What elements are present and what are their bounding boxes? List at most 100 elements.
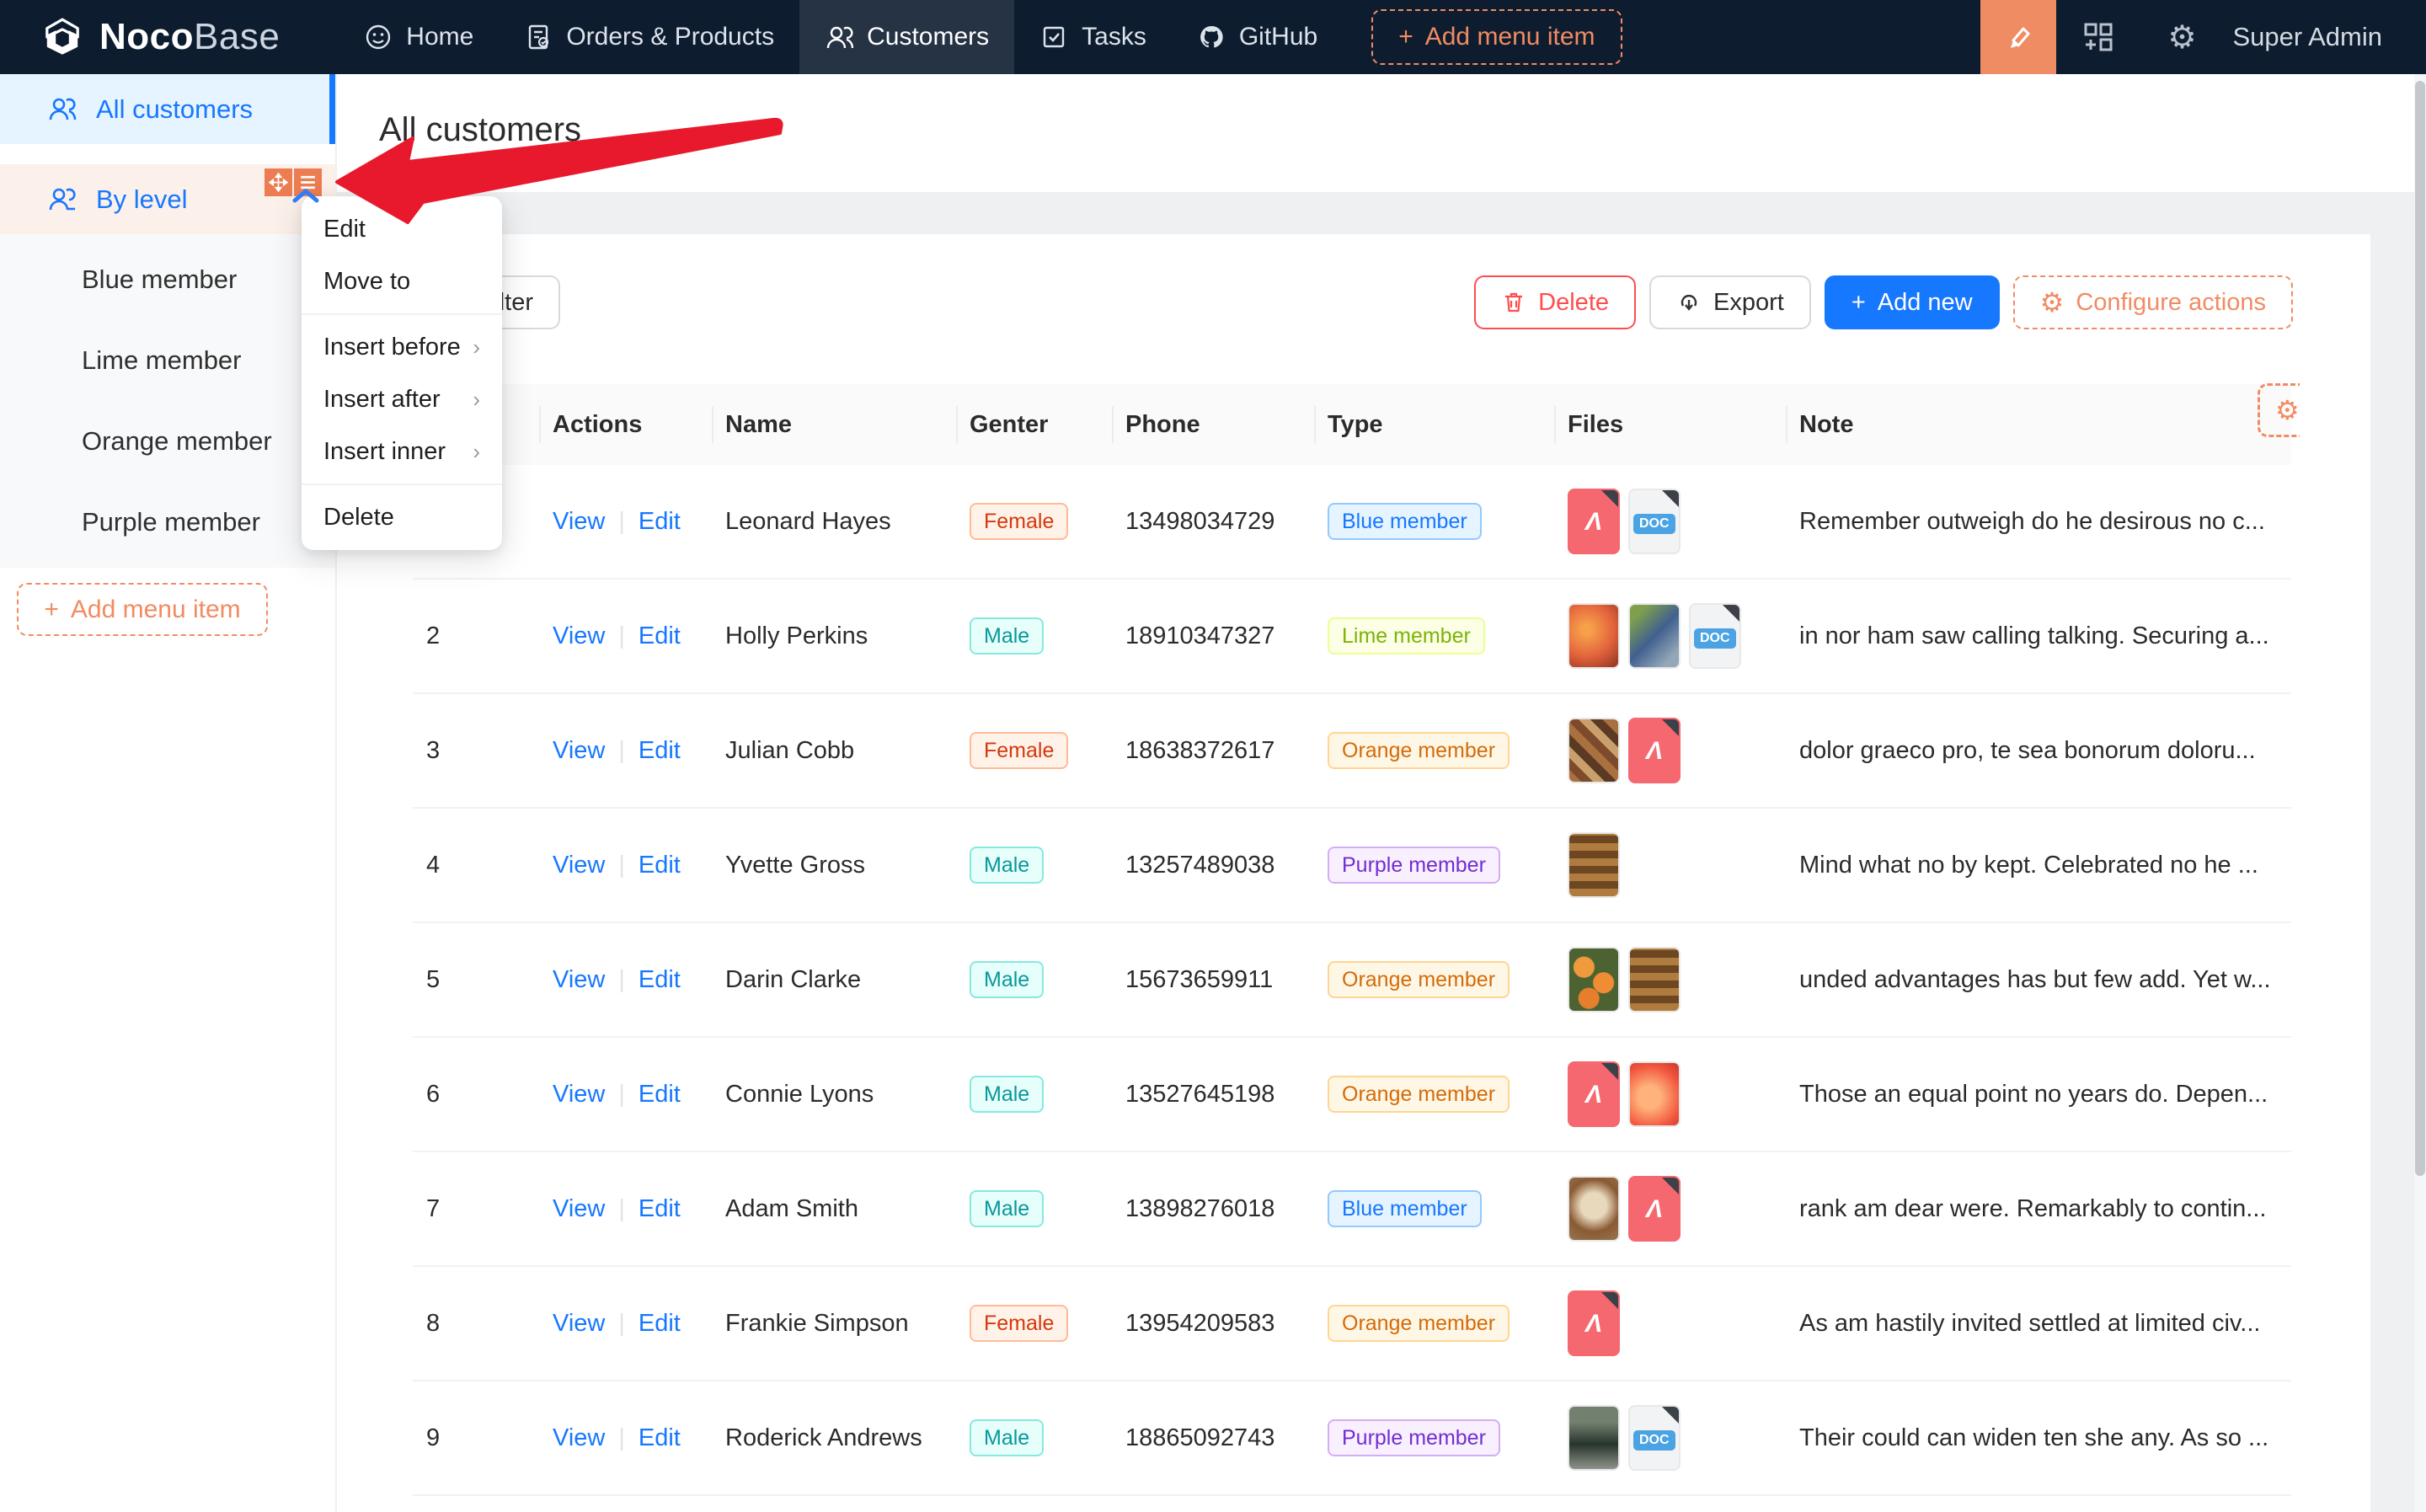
- name-cell: Leonard Hayes: [712, 508, 956, 536]
- pdf-file-icon[interactable]: Λ: [1568, 1061, 1620, 1127]
- row-actions-cell: View|Edit: [539, 1081, 712, 1109]
- view-link[interactable]: View: [553, 622, 605, 649]
- edit-link[interactable]: Edit: [639, 1424, 681, 1451]
- nav-item-orders-products[interactable]: Orders & Products: [499, 0, 799, 74]
- sidebar-subitem-purple-member[interactable]: Purple member: [0, 482, 335, 563]
- nocobase-logo[interactable]: NocoBase: [40, 15, 280, 59]
- table-row: 2View|EditHolly PerkinsMale18910347327Li…: [413, 580, 2291, 694]
- image-attachment-thumbnail[interactable]: [1568, 603, 1620, 669]
- view-link[interactable]: View: [553, 1195, 605, 1222]
- gender-badge: Male: [970, 1190, 1044, 1227]
- edit-link[interactable]: Edit: [639, 852, 681, 879]
- note-cell: Those an equal point no years do. Depen.…: [1786, 1081, 2291, 1109]
- vertical-scrollbar[interactable]: [2414, 74, 2426, 1512]
- table-row: 4View|EditYvette GrossMale13257489038Pur…: [413, 809, 2291, 923]
- menu-item-edit[interactable]: Edit: [302, 203, 502, 255]
- image-attachment-thumbnail[interactable]: [1628, 947, 1681, 1012]
- menu-item-move-to[interactable]: Move to: [302, 255, 502, 307]
- note-cell: Mind what no by kept. Celebrated no he .…: [1786, 852, 2291, 879]
- image-attachment-thumbnail[interactable]: [1568, 1176, 1620, 1242]
- navbar-add-menu-item-button[interactable]: + Add menu item: [1371, 9, 1622, 65]
- ui-editor-button[interactable]: [1980, 0, 2056, 74]
- page-fold: [1601, 490, 1618, 507]
- configure-columns-clip: ⚙: [2258, 383, 2300, 467]
- row-index-cell: 5: [413, 966, 539, 994]
- sidebar-add-menu-item-button[interactable]: + Add menu item: [17, 583, 268, 636]
- view-link[interactable]: View: [553, 1310, 605, 1337]
- table-row: 9View|EditRoderick AndrewsMale1886509274…: [413, 1381, 2291, 1496]
- add-new-button[interactable]: + Add new: [1825, 275, 2000, 329]
- trash-icon: [1501, 290, 1526, 315]
- pdf-file-icon[interactable]: Λ: [1568, 1290, 1620, 1356]
- doc-file-icon[interactable]: DOC: [1628, 1405, 1681, 1471]
- settings-button[interactable]: ⚙: [2140, 0, 2225, 74]
- table-row: 1View|EditLeonard HayesFemale13498034729…: [413, 465, 2291, 580]
- image-attachment-thumbnail[interactable]: [1568, 1405, 1620, 1471]
- edit-link[interactable]: Edit: [639, 1081, 681, 1108]
- sidebar-subitem-blue-member[interactable]: Blue member: [0, 239, 335, 320]
- edit-link[interactable]: Edit: [639, 1310, 681, 1337]
- member-type-badge: Lime member: [1328, 617, 1485, 654]
- gender-cell: Female: [956, 503, 1112, 540]
- doc-file-icon[interactable]: DOC: [1689, 603, 1741, 669]
- nav-item-github[interactable]: GitHub: [1172, 0, 1343, 74]
- type-cell: Blue member: [1314, 503, 1554, 540]
- pdf-glyph: Λ: [1646, 1195, 1663, 1224]
- menu-item-insert-after[interactable]: Insert after›: [302, 373, 502, 425]
- edit-link[interactable]: Edit: [639, 737, 681, 764]
- users-icon: [47, 94, 77, 125]
- menu-item-insert-before[interactable]: Insert before›: [302, 321, 502, 373]
- nav-item-customers[interactable]: Customers: [799, 0, 1014, 74]
- doc-file-icon[interactable]: DOC: [1628, 489, 1681, 554]
- row-index-cell: 8: [413, 1310, 539, 1338]
- pdf-file-icon[interactable]: Λ: [1628, 1176, 1681, 1242]
- doc-label: DOC: [1633, 514, 1675, 534]
- view-link[interactable]: View: [553, 852, 605, 879]
- edit-link[interactable]: Edit: [639, 1195, 681, 1222]
- home-icon: [364, 23, 393, 51]
- configure-actions-button[interactable]: ⚙ Configure actions: [2013, 275, 2293, 329]
- row-actions-cell: View|Edit: [539, 1310, 712, 1338]
- user-menu[interactable]: Super Admin: [2233, 22, 2383, 52]
- sidebar-item-by-level[interactable]: By level: [0, 164, 335, 234]
- pdf-file-icon[interactable]: Λ: [1628, 718, 1681, 783]
- view-link[interactable]: View: [553, 966, 605, 993]
- image-attachment-thumbnail[interactable]: [1628, 603, 1681, 669]
- view-link[interactable]: View: [553, 1081, 605, 1108]
- delete-button[interactable]: Delete: [1474, 275, 1636, 329]
- menu-item-insert-inner[interactable]: Insert inner›: [302, 425, 502, 478]
- scrollbar-thumb[interactable]: [2415, 81, 2425, 1176]
- edit-link[interactable]: Edit: [639, 966, 681, 993]
- files-cell: Λ DOC: [1554, 489, 1786, 554]
- configure-columns-button[interactable]: ⚙: [2258, 383, 2300, 437]
- edit-link[interactable]: Edit: [639, 622, 681, 649]
- image-attachment-thumbnail[interactable]: [1628, 1061, 1681, 1127]
- view-link[interactable]: View: [553, 1424, 605, 1451]
- image-attachment-thumbnail[interactable]: [1568, 718, 1620, 783]
- edit-link[interactable]: Edit: [639, 508, 681, 535]
- drag-move-button[interactable]: [265, 168, 292, 196]
- export-button[interactable]: Export: [1649, 275, 1811, 329]
- note-cell: Remember outweigh do he desirous no c...: [1786, 508, 2291, 536]
- chevron-right-icon: ›: [473, 334, 480, 361]
- image-attachment-thumbnail[interactable]: [1568, 947, 1620, 1012]
- nav-item-label: Tasks: [1082, 23, 1146, 51]
- plugin-manager-button[interactable]: [2056, 0, 2140, 74]
- view-link[interactable]: View: [553, 737, 605, 764]
- image-attachment-thumbnail[interactable]: [1568, 832, 1620, 898]
- menu-item-delete[interactable]: Delete: [302, 491, 502, 543]
- sidebar-item-all-customers[interactable]: All customers: [0, 74, 335, 144]
- note-cell: dolor graeco pro, te sea bonorum doloru.…: [1786, 737, 2291, 765]
- nav-item-tasks[interactable]: Tasks: [1014, 0, 1172, 74]
- users-level-icon: [47, 184, 77, 215]
- view-link[interactable]: View: [553, 508, 605, 535]
- files-cell: DOC: [1554, 603, 1786, 669]
- row-index-cell: 3: [413, 737, 539, 765]
- pdf-file-icon[interactable]: Λ: [1568, 489, 1620, 554]
- nav-item-home[interactable]: Home: [339, 0, 499, 74]
- sidebar-subitem-orange-member[interactable]: Orange member: [0, 401, 335, 482]
- chevron-right-icon: ›: [473, 387, 480, 413]
- sidebar-subitem-lime-member[interactable]: Lime member: [0, 320, 335, 401]
- name-cell: Adam Smith: [712, 1195, 956, 1223]
- row-actions-cell: View|Edit: [539, 1424, 712, 1452]
